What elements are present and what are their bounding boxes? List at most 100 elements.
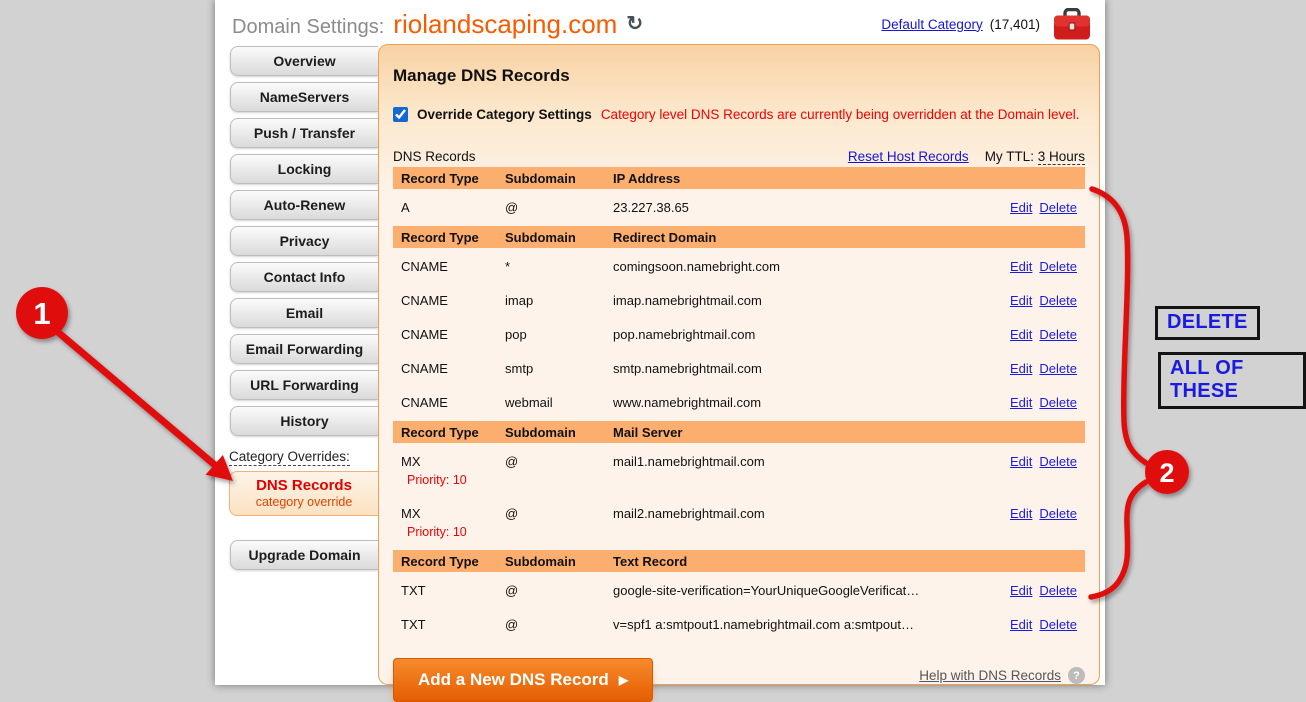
record-value: 23.227.38.65 <box>613 200 985 215</box>
question-mark-icon[interactable]: ? <box>1068 667 1085 684</box>
record-type: CNAME <box>401 395 505 410</box>
briefcase-icon[interactable] <box>1053 8 1091 41</box>
record-type: CNAME <box>401 293 505 308</box>
category-count: (17,401) <box>990 17 1040 32</box>
edit-link[interactable]: Edit <box>1010 395 1032 410</box>
step-1-badge <box>16 287 68 339</box>
section-header-ip-address: Record Type Subdomain IP Address <box>393 167 1085 189</box>
delete-link[interactable]: Delete <box>1039 583 1077 598</box>
record-type: TXT <box>401 617 505 632</box>
record-value: mail2.namebrightmail.com <box>613 506 985 521</box>
ttl-value-dropdown[interactable]: 3 Hours <box>1038 149 1085 165</box>
record-type: CNAME <box>401 361 505 376</box>
dns-row-txt-google: TXT @ google-site-verification=YourUniqu… <box>393 575 1085 606</box>
annotation-label-all-of-these: ALL OF THESE <box>1158 352 1306 409</box>
ttl-group: My TTL: 3 Hours <box>985 149 1085 164</box>
panel-footer: Add a New DNS Record ▶ Help with DNS Rec… <box>393 658 1085 702</box>
panel-title: Manage DNS Records <box>393 66 1085 86</box>
dns-row-cname-wildcard: CNAME * comingsoon.namebright.com EditDe… <box>393 251 1085 282</box>
dns-row-cname-webmail: CNAME webmail www.namebrightmail.com Edi… <box>393 387 1085 418</box>
app-header: Domain Settings: riolandscaping.com ↻ De… <box>215 0 1105 44</box>
sidebar-item-overview[interactable]: Overview <box>230 46 378 76</box>
delete-link[interactable]: Delete <box>1039 361 1077 376</box>
record-type: MX <box>401 506 421 521</box>
domain-name: riolandscaping.com <box>393 9 617 40</box>
record-subdomain: webmail <box>505 395 613 410</box>
add-dns-record-button[interactable]: Add a New DNS Record ▶ <box>393 658 653 702</box>
sidebar: Overview NameServers Push / Transfer Loc… <box>215 44 378 685</box>
header-category-group: Default Category (17,401) <box>881 8 1091 41</box>
help-dns-records-link[interactable]: Help with DNS Records <box>919 668 1061 683</box>
ttl-label: My TTL: <box>985 149 1034 164</box>
delete-link[interactable]: Delete <box>1039 506 1077 521</box>
delete-link[interactable]: Delete <box>1039 293 1077 308</box>
delete-link[interactable]: Delete <box>1039 327 1077 342</box>
record-subdomain: smtp <box>505 361 613 376</box>
sidebar-item-history[interactable]: History <box>230 406 378 436</box>
dns-toolbar: DNS Records Reset Host Records My TTL: 3… <box>393 149 1085 164</box>
dns-row-a: A @ 23.227.38.65 EditDelete <box>393 192 1085 223</box>
dns-row-cname-pop: CNAME pop pop.namebrightmail.com EditDel… <box>393 319 1085 350</box>
sidebar-item-dns-records-active[interactable]: DNS Records category override <box>229 471 378 516</box>
section-header-mail-server: Record Type Subdomain Mail Server <box>393 421 1085 443</box>
help-group: Help with DNS Records ? <box>919 667 1085 684</box>
sidebar-item-url-forwarding[interactable]: URL Forwarding <box>230 370 378 400</box>
manage-dns-panel: Manage DNS Records Override Category Set… <box>378 44 1100 685</box>
sidebar-item-locking[interactable]: Locking <box>230 154 378 184</box>
record-value: v=spf1 a:smtpout1.namebrightmail.com a:s… <box>613 617 985 632</box>
dns-row-cname-imap: CNAME imap imap.namebrightmail.com EditD… <box>393 285 1085 316</box>
edit-link[interactable]: Edit <box>1010 200 1032 215</box>
sidebar-item-email-forwarding[interactable]: Email Forwarding <box>230 334 378 364</box>
edit-link[interactable]: Edit <box>1010 293 1032 308</box>
edit-link[interactable]: Edit <box>1010 327 1032 342</box>
record-subdomain: imap <box>505 293 613 308</box>
section-header-redirect-domain: Record Type Subdomain Redirect Domain <box>393 226 1085 248</box>
record-type: MX <box>401 454 421 469</box>
reset-host-records-link[interactable]: Reset Host Records <box>848 149 969 164</box>
delete-link[interactable]: Delete <box>1039 454 1077 469</box>
edit-link[interactable]: Edit <box>1010 583 1032 598</box>
dns-row-txt-spf: TXT @ v=spf1 a:smtpout1.namebrightmail.c… <box>393 609 1085 640</box>
sidebar-item-email[interactable]: Email <box>230 298 378 328</box>
delete-link[interactable]: Delete <box>1039 259 1077 274</box>
sidebar-item-push-transfer[interactable]: Push / Transfer <box>230 118 378 148</box>
record-subdomain: pop <box>505 327 613 342</box>
edit-link[interactable]: Edit <box>1010 506 1032 521</box>
dns-row-mx-1: MX Priority: 10 @ mail1.namebrightmail.c… <box>393 446 1085 495</box>
record-value: pop.namebrightmail.com <box>613 327 985 342</box>
override-category-checkbox[interactable] <box>393 107 408 122</box>
override-warning-text: Category level DNS Records are currently… <box>601 107 1080 122</box>
dns-row-mx-2: MX Priority: 10 @ mail2.namebrightmail.c… <box>393 498 1085 547</box>
sidebar-item-upgrade-domain[interactable]: Upgrade Domain <box>230 540 378 570</box>
edit-link[interactable]: Edit <box>1010 454 1032 469</box>
edit-link[interactable]: Edit <box>1010 361 1032 376</box>
record-type-group: MX Priority: 10 <box>401 454 505 487</box>
section-header-text-record: Record Type Subdomain Text Record <box>393 550 1085 572</box>
sidebar-item-contact-info[interactable]: Contact Info <box>230 262 378 292</box>
record-value: www.namebrightmail.com <box>613 395 985 410</box>
refresh-icon[interactable]: ↻ <box>626 14 643 34</box>
delete-link[interactable]: Delete <box>1039 617 1077 632</box>
record-subdomain: @ <box>505 617 613 632</box>
dns-records-list-label: DNS Records <box>393 149 476 164</box>
sidebar-item-nameservers[interactable]: NameServers <box>230 82 378 112</box>
annotation-label-delete: DELETE <box>1155 306 1260 340</box>
record-subdomain: @ <box>505 583 613 598</box>
record-value: google-site-verification=YourUniqueGoogl… <box>613 583 985 598</box>
record-value: smtp.namebrightmail.com <box>613 361 985 376</box>
delete-link[interactable]: Delete <box>1039 200 1077 215</box>
record-type-group: MX Priority: 10 <box>401 506 505 539</box>
default-category-link[interactable]: Default Category <box>881 17 982 32</box>
sidebar-item-privacy[interactable]: Privacy <box>230 226 378 256</box>
edit-link[interactable]: Edit <box>1010 617 1032 632</box>
edit-link[interactable]: Edit <box>1010 259 1032 274</box>
sidebar-item-auto-renew[interactable]: Auto-Renew <box>230 190 378 220</box>
category-overrides-heading: Category Overrides: <box>229 449 378 464</box>
page-title: Domain Settings: <box>232 16 384 39</box>
override-row: Override Category Settings Category leve… <box>393 107 1085 122</box>
record-value: mail1.namebrightmail.com <box>613 454 985 469</box>
delete-link[interactable]: Delete <box>1039 395 1077 410</box>
record-type: CNAME <box>401 259 505 274</box>
override-checkbox-label[interactable]: Override Category Settings <box>417 107 592 122</box>
record-type: A <box>401 200 505 215</box>
